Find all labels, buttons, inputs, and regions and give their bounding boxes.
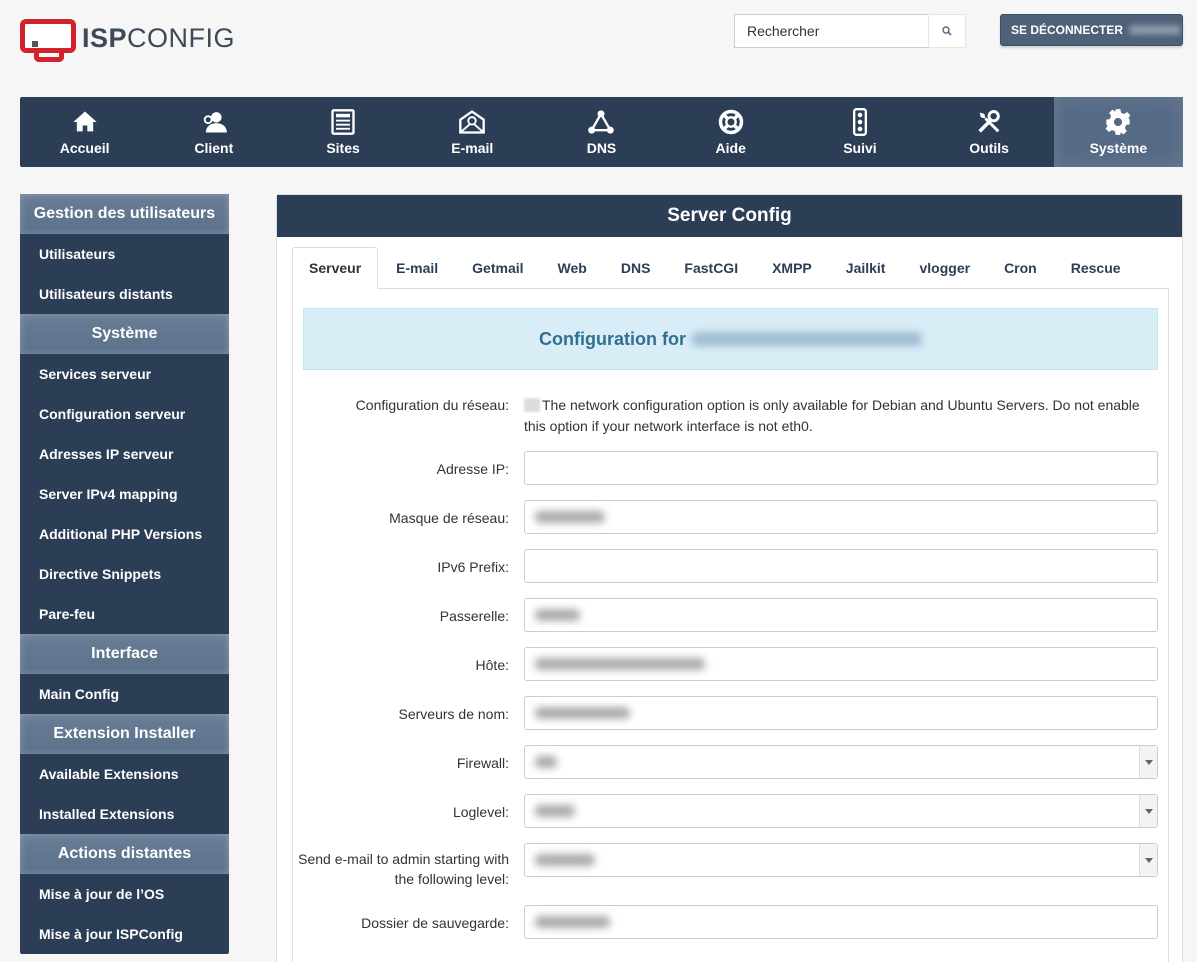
ipv6-prefix-input[interactable] — [524, 549, 1158, 583]
config-banner: Configuration for — [303, 308, 1158, 370]
tab-cron[interactable]: Cron — [988, 247, 1053, 289]
nav-accueil[interactable]: Accueil — [20, 97, 149, 167]
sidebar-heading: Système — [20, 314, 229, 354]
traffic-light-icon — [852, 108, 867, 136]
backup-dir-input[interactable] — [524, 905, 1158, 939]
tab-web[interactable]: Web — [542, 247, 603, 289]
sidebar-item-main-config[interactable]: Main Config — [20, 674, 229, 714]
sidebar-item-adresses-ip[interactable]: Adresses IP serveur — [20, 434, 229, 474]
tab-email[interactable]: E-mail — [380, 247, 454, 289]
config-tabs: Serveur E-mail Getmail Web DNS FastCGI X… — [292, 247, 1169, 289]
tab-vlogger[interactable]: vlogger — [903, 247, 986, 289]
sidebar-heading: Extension Installer — [20, 714, 229, 754]
admin-email-level-select[interactable] — [524, 843, 1158, 877]
sidebar-item-configuration-serveur[interactable]: Configuration serveur — [20, 394, 229, 434]
ispconfig-logo[interactable]: ISPCONFIG — [20, 18, 235, 64]
tab-rescue[interactable]: Rescue — [1055, 247, 1137, 289]
search-icon — [942, 26, 952, 36]
server-name-redacted — [691, 332, 922, 346]
chevron-down-icon — [1139, 795, 1157, 827]
hostname-input[interactable] — [524, 647, 1158, 681]
nameservers-input[interactable] — [524, 696, 1158, 730]
sidebar-item-php-versions[interactable]: Additional PHP Versions — [20, 514, 229, 554]
tab-serveur[interactable]: Serveur — [292, 247, 379, 289]
monitor-logo-icon — [20, 19, 78, 63]
sidebar-item-services-serveur[interactable]: Services serveur — [20, 354, 229, 394]
network-config-checkbox[interactable] — [524, 398, 540, 412]
dns-icon — [588, 110, 615, 134]
nav-outils[interactable]: Outils — [925, 97, 1054, 167]
sidebar-heading: Interface — [20, 634, 229, 674]
network-note: The network configuration option is only… — [524, 397, 1140, 434]
sidebar-item-available-extensions[interactable]: Available Extensions — [20, 754, 229, 794]
logout-button[interactable]: SE DÉCONNECTER — [1000, 14, 1183, 46]
sidebar-item-ispconfig-update[interactable]: Mise à jour ISPConfig — [20, 914, 229, 954]
top-navigation: Accueil Client Sites E-mail DNS Aide Sui… — [20, 97, 1183, 167]
tools-icon — [978, 110, 1000, 133]
tab-jailkit[interactable]: Jailkit — [830, 247, 902, 289]
loglevel-select[interactable] — [524, 794, 1158, 828]
sidebar-item-os-update[interactable]: Mise à jour de l’OS — [20, 874, 229, 914]
sites-icon — [331, 109, 355, 135]
gear-icon — [1105, 109, 1131, 135]
nav-sites[interactable]: Sites — [278, 97, 407, 167]
username-redacted — [1129, 25, 1182, 35]
tab-content: Configuration for Configuration du résea… — [292, 289, 1169, 962]
chevron-down-icon — [1139, 746, 1157, 778]
nav-systeme[interactable]: Système — [1053, 97, 1183, 167]
firewall-select[interactable] — [524, 745, 1158, 779]
tab-getmail[interactable]: Getmail — [456, 247, 539, 289]
nav-email[interactable]: E-mail — [408, 97, 537, 167]
sidebar-item-installed-extensions[interactable]: Installed Extensions — [20, 794, 229, 834]
ip-address-input[interactable] — [524, 451, 1158, 485]
gateway-input[interactable] — [524, 598, 1158, 632]
home-icon — [72, 111, 97, 132]
tab-fastcgi[interactable]: FastCGI — [668, 247, 754, 289]
sidebar-heading: Gestion des utilisateurs — [20, 194, 229, 234]
nav-client[interactable]: Client — [149, 97, 278, 167]
sidebar-item-utilisateurs-distants[interactable]: Utilisateurs distants — [20, 274, 229, 314]
users-icon — [203, 112, 227, 133]
field-label: Configuration du réseau: — [355, 397, 509, 413]
nav-dns[interactable]: DNS — [537, 97, 666, 167]
search-bar — [734, 14, 966, 48]
logo-text: ISPCONFIG — [82, 22, 236, 53]
lifebuoy-icon — [718, 109, 743, 135]
sidebar-item-pare-feu[interactable]: Pare-feu — [20, 594, 229, 634]
sidebar-item-utilisateurs[interactable]: Utilisateurs — [20, 234, 229, 274]
tab-xmpp[interactable]: XMPP — [756, 247, 828, 289]
mail-icon — [459, 110, 486, 134]
tab-dns[interactable]: DNS — [605, 247, 667, 289]
sidebar-item-directive-snippets[interactable]: Directive Snippets — [20, 554, 229, 594]
sidebar-item-ipv4-mapping[interactable]: Server IPv4 mapping — [20, 474, 229, 514]
sidebar-heading: Actions distantes — [20, 834, 229, 874]
nav-suivi[interactable]: Suivi — [795, 97, 924, 167]
search-input[interactable] — [734, 14, 928, 48]
panel-title: Server Config — [277, 195, 1182, 237]
chevron-down-icon — [1139, 844, 1157, 876]
nav-aide[interactable]: Aide — [666, 97, 795, 167]
netmask-input[interactable] — [524, 500, 1158, 534]
server-config-panel: Server Config Serveur E-mail Getmail Web… — [276, 194, 1183, 962]
search-button[interactable] — [928, 14, 966, 48]
sidebar: Gestion des utilisateurs Utilisateurs Ut… — [20, 194, 229, 954]
